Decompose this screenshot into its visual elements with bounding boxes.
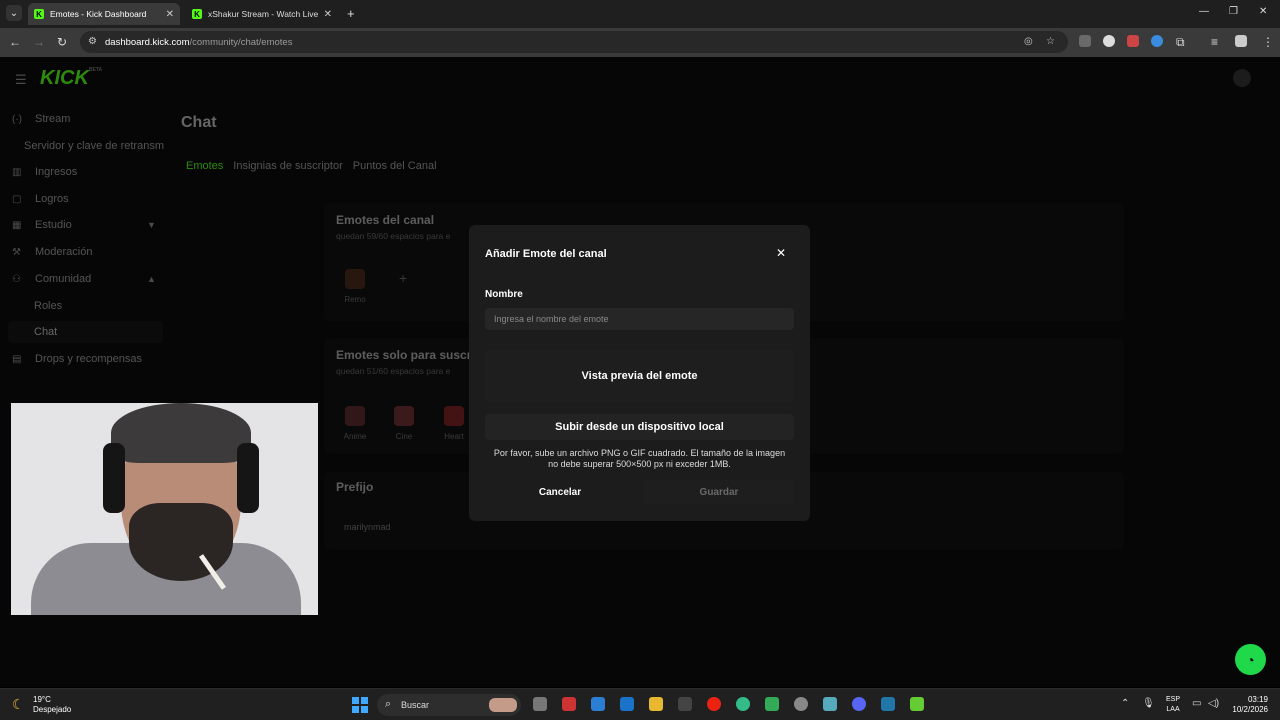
tab-emotes[interactable]: K Emotes - Kick Dashboard ✕ (28, 3, 180, 25)
clock-date: 10/2/2026 (1232, 705, 1268, 714)
profile-icon[interactable] (1235, 35, 1247, 47)
close-tab-icon[interactable]: ✕ (166, 9, 174, 20)
clock-time: 03:19 (1247, 695, 1268, 704)
support-chat-button[interactable]: ◔ (1235, 644, 1266, 675)
reload-icon[interactable]: ↻ (57, 35, 67, 49)
app-icon[interactable] (881, 697, 895, 711)
chevron-up-icon[interactable]: ⌃ (1121, 698, 1129, 709)
media-player-icon[interactable] (707, 697, 721, 711)
tab-title: xShakur Stream - Watch Live on (208, 9, 318, 19)
tab-xshakur[interactable]: K xShakur Stream - Watch Live on ✕ (186, 3, 338, 25)
app-icon[interactable] (794, 697, 808, 711)
omnibox[interactable]: ⚙ dashboard.kick.com/community/chat/emot… (80, 31, 1068, 53)
language-indicator[interactable]: ESP LAA (1166, 695, 1180, 715)
search-label: Buscar (401, 700, 430, 710)
tab-title: Emotes - Kick Dashboard (50, 9, 147, 19)
app-icon[interactable] (678, 697, 692, 711)
webcam-overlay (11, 403, 318, 615)
cancel-button[interactable]: Cancelar (485, 480, 635, 504)
store-icon[interactable] (591, 697, 605, 711)
site-info-icon[interactable]: ⚙ (88, 36, 97, 47)
back-icon[interactable]: ← (9, 35, 21, 49)
close-window-icon[interactable]: ✕ (1259, 6, 1267, 17)
task-view-icon[interactable] (533, 697, 547, 711)
media-icon[interactable]: ≡ (1211, 35, 1218, 49)
headset-icon (237, 443, 259, 513)
headset-icon (103, 443, 125, 513)
lang-code: ESP (1166, 696, 1181, 703)
taskbar-search[interactable]: ⌕ Buscar (377, 694, 521, 716)
url-host: dashboard.kick.com (105, 37, 190, 48)
clock[interactable]: 03:19 10/2/2026 (1228, 695, 1268, 715)
network-icon[interactable]: ▭ (1192, 698, 1201, 709)
android-icon[interactable] (910, 697, 924, 711)
save-button[interactable]: Guardar (644, 480, 794, 504)
upload-help-text: Por favor, sube un archivo PNG o GIF cua… (493, 448, 786, 469)
weather-desc: Despejado (33, 705, 72, 714)
url-text: dashboard.kick.com/community/chat/emotes (105, 37, 292, 48)
emote-preview: Vista previa del emote (485, 349, 794, 403)
minimize-icon[interactable]: — (1199, 6, 1209, 17)
app-icon[interactable] (765, 697, 779, 711)
moon-icon[interactable]: ☾ (12, 696, 25, 713)
extension-icon[interactable] (1079, 35, 1091, 47)
name-label: Nombre (485, 289, 523, 300)
maximize-icon[interactable]: ❐ (1229, 6, 1238, 17)
windows-taskbar: ☾ 19°C Despejado ⌕ Buscar ⌃ 🎙 ESP LAA ▭ ◁)… (0, 688, 1280, 720)
windows-start-icon[interactable] (352, 697, 368, 713)
address-toolbar: ← → ↻ ⚙ dashboard.kick.com/community/cha… (0, 28, 1280, 57)
extension-icon[interactable] (1103, 35, 1115, 47)
notepad-icon[interactable] (823, 697, 837, 711)
search-icon: ⌕ (385, 698, 392, 710)
kebab-menu-icon[interactable]: ⋮ (1262, 35, 1274, 49)
volume-icon[interactable]: ◁) (1208, 698, 1219, 709)
microphone-icon[interactable]: 🎙 (1142, 698, 1155, 709)
extension-icon[interactable] (1127, 35, 1139, 47)
emote-name-input[interactable] (485, 308, 794, 330)
search-highlight-image (489, 698, 517, 712)
weather-temp: 19°C (33, 695, 51, 704)
tab-search-icon[interactable]: ⌄ (6, 5, 22, 21)
weather-widget[interactable]: 19°C Despejado (33, 695, 71, 715)
bookmark-star-icon[interactable]: ☆ (1046, 36, 1055, 47)
app-icon[interactable] (562, 697, 576, 711)
mail-icon[interactable] (620, 697, 634, 711)
url-path: /community/chat/emotes (189, 37, 293, 48)
discord-icon[interactable] (852, 697, 866, 711)
lang-layout: LAA (1166, 706, 1180, 713)
upload-button[interactable]: Subir desde un dispositivo local (485, 414, 794, 440)
eye-off-icon[interactable]: ◎ (1024, 36, 1033, 47)
close-icon[interactable]: ✕ (776, 246, 786, 260)
webcam-beard (129, 503, 233, 581)
folder-icon[interactable] (649, 697, 663, 711)
chrome-icon[interactable] (736, 697, 750, 711)
modal-title: Añadir Emote del canal (485, 248, 607, 260)
puzzle-icon[interactable]: ⧉ (1176, 35, 1185, 50)
webcam-hair (111, 403, 251, 463)
close-tab-icon[interactable]: ✕ (324, 9, 332, 20)
extension-icon[interactable] (1151, 35, 1163, 47)
browser-tab-strip: ⌄ K Emotes - Kick Dashboard ✕ K xShakur … (0, 0, 1280, 28)
forward-icon[interactable]: → (33, 35, 45, 49)
kick-favicon-icon: K (192, 9, 202, 19)
kick-favicon-icon: K (34, 9, 44, 19)
add-emote-modal: Añadir Emote del canal ✕ Nombre Vista pr… (469, 225, 810, 521)
new-tab-icon[interactable]: + (347, 6, 355, 21)
